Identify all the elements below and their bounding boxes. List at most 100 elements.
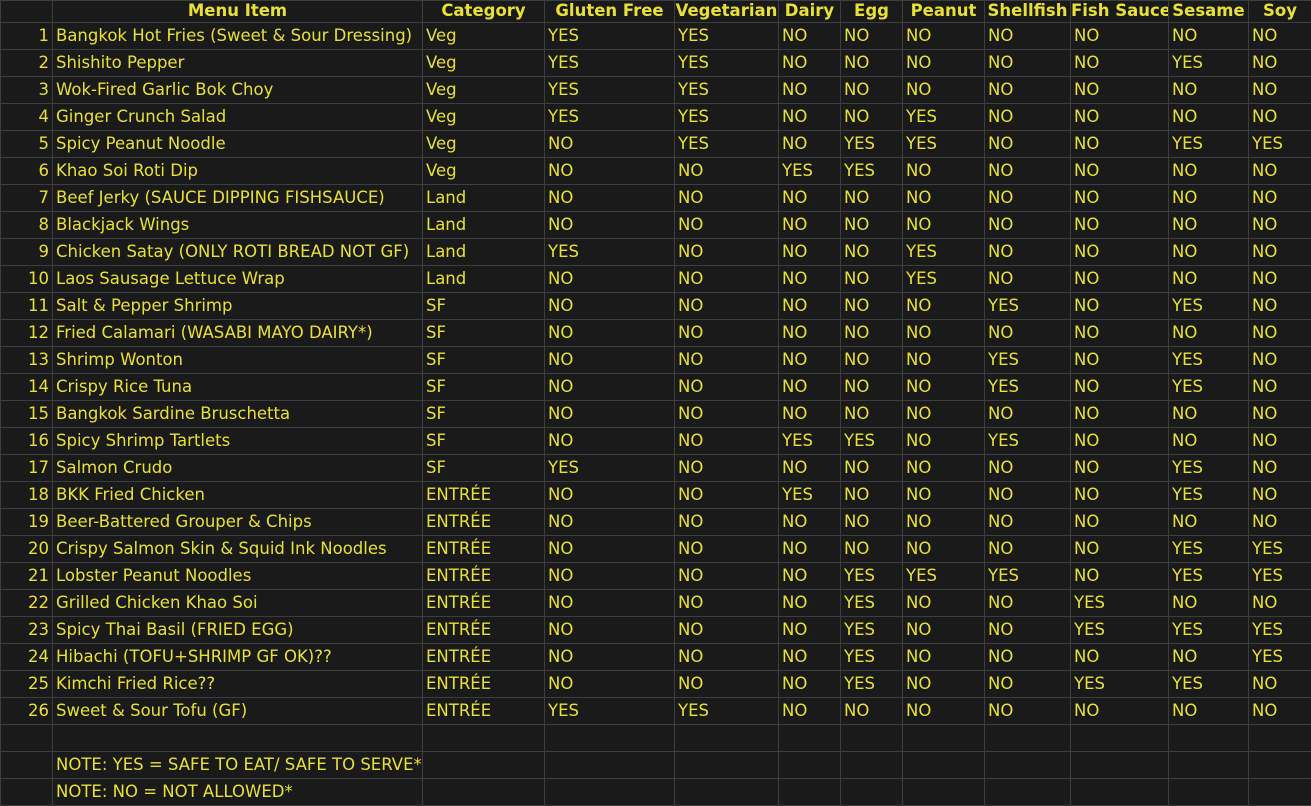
vegetarian-cell[interactable]: NO bbox=[675, 401, 779, 428]
egg-cell[interactable]: YES bbox=[841, 644, 903, 671]
vegetarian-cell[interactable]: NO bbox=[675, 509, 779, 536]
fish-sauce-cell[interactable]: NO bbox=[1071, 644, 1169, 671]
soy-cell[interactable]: NO bbox=[1249, 23, 1311, 50]
vegetarian-cell[interactable]: NO bbox=[675, 536, 779, 563]
shellfish-cell[interactable]: YES bbox=[985, 374, 1071, 401]
category-cell[interactable]: Veg bbox=[423, 50, 545, 77]
vegetarian-cell[interactable]: NO bbox=[675, 644, 779, 671]
dairy-cell[interactable]: NO bbox=[779, 131, 841, 158]
menu-item-header[interactable]: Menu Item bbox=[53, 1, 423, 23]
fish-sauce-cell[interactable]: NO bbox=[1071, 509, 1169, 536]
shellfish-cell[interactable]: NO bbox=[985, 23, 1071, 50]
shellfish-cell[interactable]: NO bbox=[985, 50, 1071, 77]
sesame-cell[interactable]: NO bbox=[1169, 266, 1249, 293]
sesame-cell[interactable]: YES bbox=[1169, 482, 1249, 509]
empty-cell[interactable] bbox=[1071, 779, 1169, 806]
row-number-cell[interactable]: 2 bbox=[1, 50, 53, 77]
category-cell[interactable]: Veg bbox=[423, 131, 545, 158]
gluten-free-cell[interactable]: NO bbox=[545, 374, 675, 401]
fish-sauce-cell[interactable]: NO bbox=[1071, 482, 1169, 509]
vegetarian-cell[interactable]: NO bbox=[675, 185, 779, 212]
shellfish-cell[interactable]: YES bbox=[985, 563, 1071, 590]
vegetarian-cell[interactable]: NO bbox=[675, 239, 779, 266]
category-cell[interactable]: ENTRÉE bbox=[423, 563, 545, 590]
menu-item-cell[interactable]: Shishito Pepper bbox=[53, 50, 423, 77]
category-cell[interactable]: SF bbox=[423, 320, 545, 347]
egg-cell[interactable]: NO bbox=[841, 185, 903, 212]
gluten-free-cell[interactable]: NO bbox=[545, 320, 675, 347]
empty-cell[interactable] bbox=[545, 725, 675, 752]
gluten-free-cell[interactable]: NO bbox=[545, 266, 675, 293]
sesame-cell[interactable]: NO bbox=[1169, 644, 1249, 671]
dairy-cell[interactable]: NO bbox=[779, 212, 841, 239]
sesame-cell[interactable]: YES bbox=[1169, 455, 1249, 482]
vegetarian-cell[interactable]: NO bbox=[675, 212, 779, 239]
peanut-cell[interactable]: NO bbox=[903, 347, 985, 374]
soy-cell[interactable]: YES bbox=[1249, 617, 1311, 644]
fish-sauce-cell[interactable]: NO bbox=[1071, 104, 1169, 131]
category-cell[interactable]: Land bbox=[423, 212, 545, 239]
fish-sauce-cell[interactable]: YES bbox=[1071, 617, 1169, 644]
fish-sauce-cell[interactable]: NO bbox=[1071, 212, 1169, 239]
empty-cell[interactable] bbox=[779, 752, 841, 779]
sesame-cell[interactable]: NO bbox=[1169, 239, 1249, 266]
category-cell[interactable]: ENTRÉE bbox=[423, 590, 545, 617]
soy-cell[interactable]: NO bbox=[1249, 401, 1311, 428]
menu-item-cell[interactable]: Crispy Rice Tuna bbox=[53, 374, 423, 401]
shellfish-cell[interactable]: NO bbox=[985, 536, 1071, 563]
peanut-cell[interactable]: NO bbox=[903, 428, 985, 455]
shellfish-cell[interactable]: NO bbox=[985, 320, 1071, 347]
empty-cell[interactable] bbox=[841, 752, 903, 779]
category-cell[interactable]: Veg bbox=[423, 23, 545, 50]
shellfish-cell[interactable]: NO bbox=[985, 266, 1071, 293]
category-cell[interactable]: ENTRÉE bbox=[423, 698, 545, 725]
peanut-cell[interactable]: NO bbox=[903, 455, 985, 482]
sesame-cell[interactable]: NO bbox=[1169, 158, 1249, 185]
vegetarian-cell[interactable]: NO bbox=[675, 266, 779, 293]
gluten-free-cell[interactable]: YES bbox=[545, 50, 675, 77]
egg-cell[interactable]: NO bbox=[841, 293, 903, 320]
gluten-free-cell[interactable]: NO bbox=[545, 563, 675, 590]
soy-header[interactable]: Soy bbox=[1249, 1, 1311, 23]
row-number-cell[interactable]: 1 bbox=[1, 23, 53, 50]
egg-cell[interactable]: NO bbox=[841, 266, 903, 293]
soy-cell[interactable]: YES bbox=[1249, 563, 1311, 590]
empty-cell[interactable] bbox=[53, 725, 423, 752]
sesame-cell[interactable]: YES bbox=[1169, 617, 1249, 644]
menu-item-cell[interactable]: Sweet & Sour Tofu (GF) bbox=[53, 698, 423, 725]
menu-item-cell[interactable]: Chicken Satay (ONLY ROTI BREAD NOT GF) bbox=[53, 239, 423, 266]
fish-sauce-cell[interactable]: NO bbox=[1071, 347, 1169, 374]
peanut-cell[interactable]: NO bbox=[903, 374, 985, 401]
dairy-cell[interactable]: NO bbox=[779, 617, 841, 644]
fish-sauce-cell[interactable]: NO bbox=[1071, 563, 1169, 590]
shellfish-cell[interactable]: NO bbox=[985, 671, 1071, 698]
row-number-cell[interactable]: 17 bbox=[1, 455, 53, 482]
peanut-cell[interactable]: NO bbox=[903, 536, 985, 563]
fish-sauce-cell[interactable]: NO bbox=[1071, 131, 1169, 158]
row-number-cell[interactable]: 18 bbox=[1, 482, 53, 509]
row-number-cell[interactable]: 8 bbox=[1, 212, 53, 239]
gluten-free-cell[interactable]: YES bbox=[545, 239, 675, 266]
peanut-cell[interactable]: YES bbox=[903, 266, 985, 293]
peanut-cell[interactable]: NO bbox=[903, 212, 985, 239]
empty-cell[interactable] bbox=[779, 725, 841, 752]
dairy-cell[interactable]: NO bbox=[779, 563, 841, 590]
empty-cell[interactable] bbox=[545, 779, 675, 806]
dairy-cell[interactable]: NO bbox=[779, 77, 841, 104]
egg-cell[interactable]: NO bbox=[841, 509, 903, 536]
gluten-free-cell[interactable]: NO bbox=[545, 131, 675, 158]
gluten-free-cell[interactable]: NO bbox=[545, 428, 675, 455]
empty-cell[interactable] bbox=[841, 725, 903, 752]
peanut-cell[interactable]: NO bbox=[903, 644, 985, 671]
peanut-cell[interactable]: YES bbox=[903, 563, 985, 590]
category-cell[interactable]: SF bbox=[423, 455, 545, 482]
dairy-header[interactable]: Dairy bbox=[779, 1, 841, 23]
empty-cell[interactable] bbox=[675, 752, 779, 779]
shellfish-cell[interactable]: YES bbox=[985, 293, 1071, 320]
fish-sauce-cell[interactable]: NO bbox=[1071, 293, 1169, 320]
dairy-cell[interactable]: NO bbox=[779, 185, 841, 212]
shellfish-header[interactable]: Shellfish bbox=[985, 1, 1071, 23]
egg-cell[interactable]: YES bbox=[841, 671, 903, 698]
fish-sauce-cell[interactable]: NO bbox=[1071, 158, 1169, 185]
row-number-cell[interactable]: 4 bbox=[1, 104, 53, 131]
